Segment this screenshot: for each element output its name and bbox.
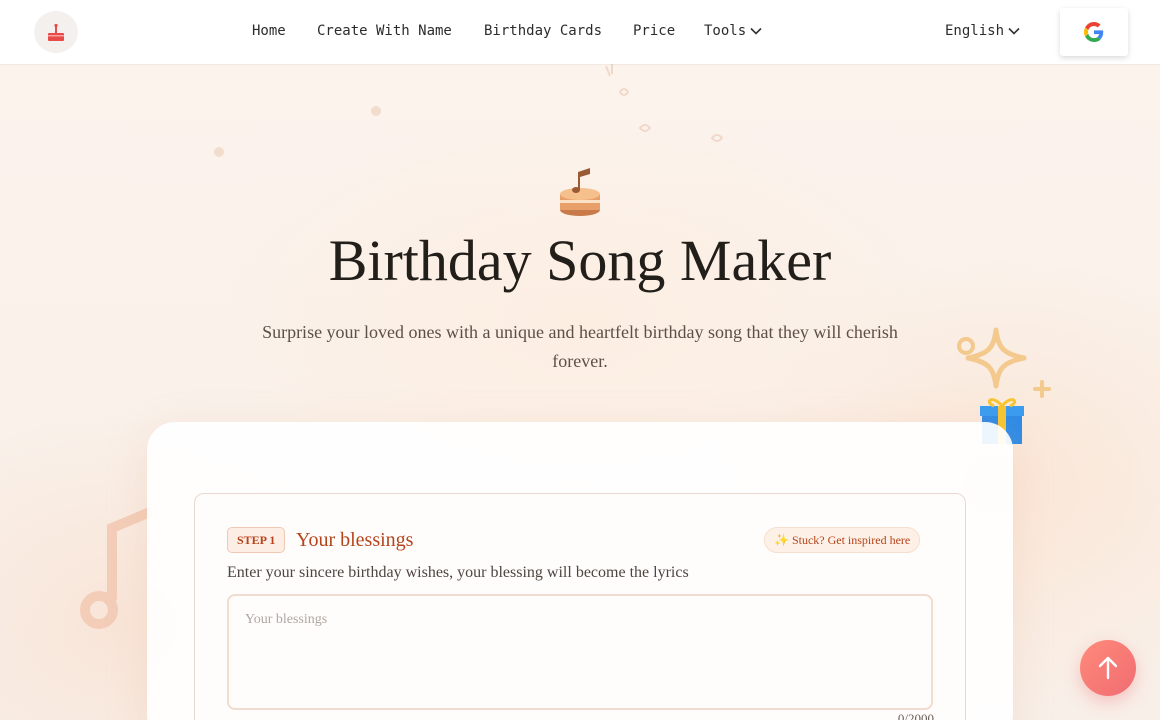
page-title: Birthday Song Maker	[328, 228, 832, 293]
nav-price[interactable]: Price	[633, 22, 675, 40]
page-subtitle: Surprise your loved ones with a unique a…	[262, 322, 898, 371]
nav-create-with-name[interactable]: Create With Name	[317, 22, 452, 40]
nav-tools-label: Tools	[704, 23, 747, 39]
decorative-dot	[371, 106, 381, 116]
decorative-dot	[214, 147, 224, 157]
arrow-up-icon	[1098, 656, 1118, 680]
top-navbar: Home Create With Name Birthday Cards Pri…	[0, 0, 1160, 64]
music-note-icon	[80, 507, 152, 629]
chevron-down-icon	[1008, 27, 1020, 35]
google-login-button[interactable]	[1060, 8, 1128, 56]
main-nav: Home Create With Name Birthday Cards Pri…	[0, 0, 1160, 64]
get-inspired-button[interactable]: ✨ Stuck? Get inspired here	[764, 527, 921, 553]
step-title: Your blessings	[296, 529, 414, 551]
blessings-input[interactable]	[227, 594, 933, 710]
nav-home[interactable]: Home	[252, 22, 286, 40]
character-counter: 0/2000	[897, 711, 934, 720]
step-badge: STEP 1	[227, 527, 286, 553]
step-description: Enter your sincere birthday wishes, your…	[227, 564, 689, 581]
nav-tools-dropdown[interactable]: Tools	[704, 22, 762, 40]
chevron-down-icon	[750, 27, 762, 35]
nav-birthday-cards[interactable]: Birthday Cards	[484, 22, 602, 40]
scroll-to-top-button[interactable]	[1080, 640, 1136, 696]
music-cake-icon	[560, 168, 600, 216]
language-selector[interactable]: English	[945, 22, 1020, 40]
decorative-notes-icon	[605, 64, 724, 142]
language-label: English	[945, 23, 1005, 39]
google-icon	[1084, 22, 1104, 42]
